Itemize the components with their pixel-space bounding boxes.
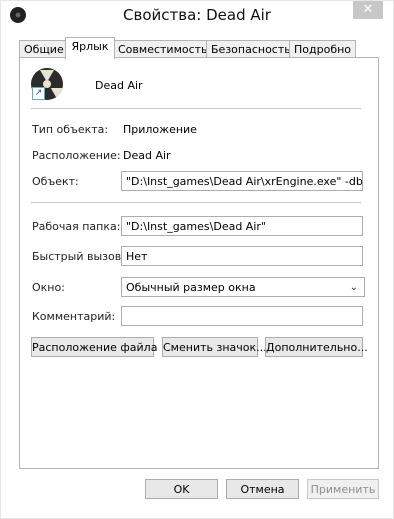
open-file-location-button[interactable]: Расположение файла bbox=[31, 337, 157, 357]
workdir-input[interactable]: "D:\Inst_games\Dead Air" bbox=[121, 216, 363, 236]
tab-details[interactable]: Подробно bbox=[289, 40, 356, 58]
tab-security[interactable]: Безопасность bbox=[206, 40, 292, 58]
tab-compatibility[interactable]: Совместимость bbox=[113, 40, 208, 58]
target-input[interactable]: "D:\Inst_games\Dead Air\xrEngine.exe" -d… bbox=[121, 171, 363, 191]
title-bar[interactable]: Свойства: Dead Air ✕ bbox=[1, 1, 393, 29]
separator bbox=[31, 108, 361, 109]
workdir-label: Рабочая папка: bbox=[32, 220, 121, 233]
target-label: Объект: bbox=[32, 175, 79, 188]
run-label: Окно: bbox=[32, 281, 65, 294]
run-select[interactable]: Обычный размер окна ⌄ bbox=[121, 277, 365, 297]
properties-window: Свойства: Dead Air ✕ Общие Ярлык Совмест… bbox=[0, 0, 394, 519]
location-value: Dead Air bbox=[123, 149, 171, 162]
shortcut-name: Dead Air bbox=[95, 79, 143, 92]
close-button[interactable]: ✕ bbox=[353, 1, 383, 19]
shortcut-arrow-icon: ↗ bbox=[32, 87, 45, 100]
advanced-button[interactable]: Дополнительно... bbox=[265, 337, 368, 357]
tab-shortcut[interactable]: Ярлык bbox=[65, 37, 115, 59]
hotkey-label: Быстрый вызов: bbox=[32, 250, 125, 263]
separator bbox=[31, 202, 361, 203]
cancel-button[interactable]: Отмена bbox=[226, 479, 299, 499]
change-icon-button[interactable]: Сменить значок... bbox=[162, 337, 267, 357]
comment-input[interactable] bbox=[121, 306, 363, 326]
comment-label: Комментарий: bbox=[32, 310, 116, 323]
ok-button[interactable]: OK bbox=[145, 479, 218, 499]
window-title: Свойства: Dead Air bbox=[123, 6, 271, 24]
chevron-down-icon: ⌄ bbox=[349, 282, 358, 293]
location-label: Расположение: bbox=[32, 149, 121, 162]
run-select-value: Обычный размер окна bbox=[126, 281, 256, 294]
apply-button[interactable]: Применить bbox=[307, 479, 379, 499]
type-value: Приложение bbox=[123, 123, 197, 136]
hotkey-input[interactable]: Нет bbox=[121, 246, 363, 266]
tab-general[interactable]: Общие bbox=[19, 40, 67, 58]
type-label: Тип объекта: bbox=[32, 123, 109, 136]
